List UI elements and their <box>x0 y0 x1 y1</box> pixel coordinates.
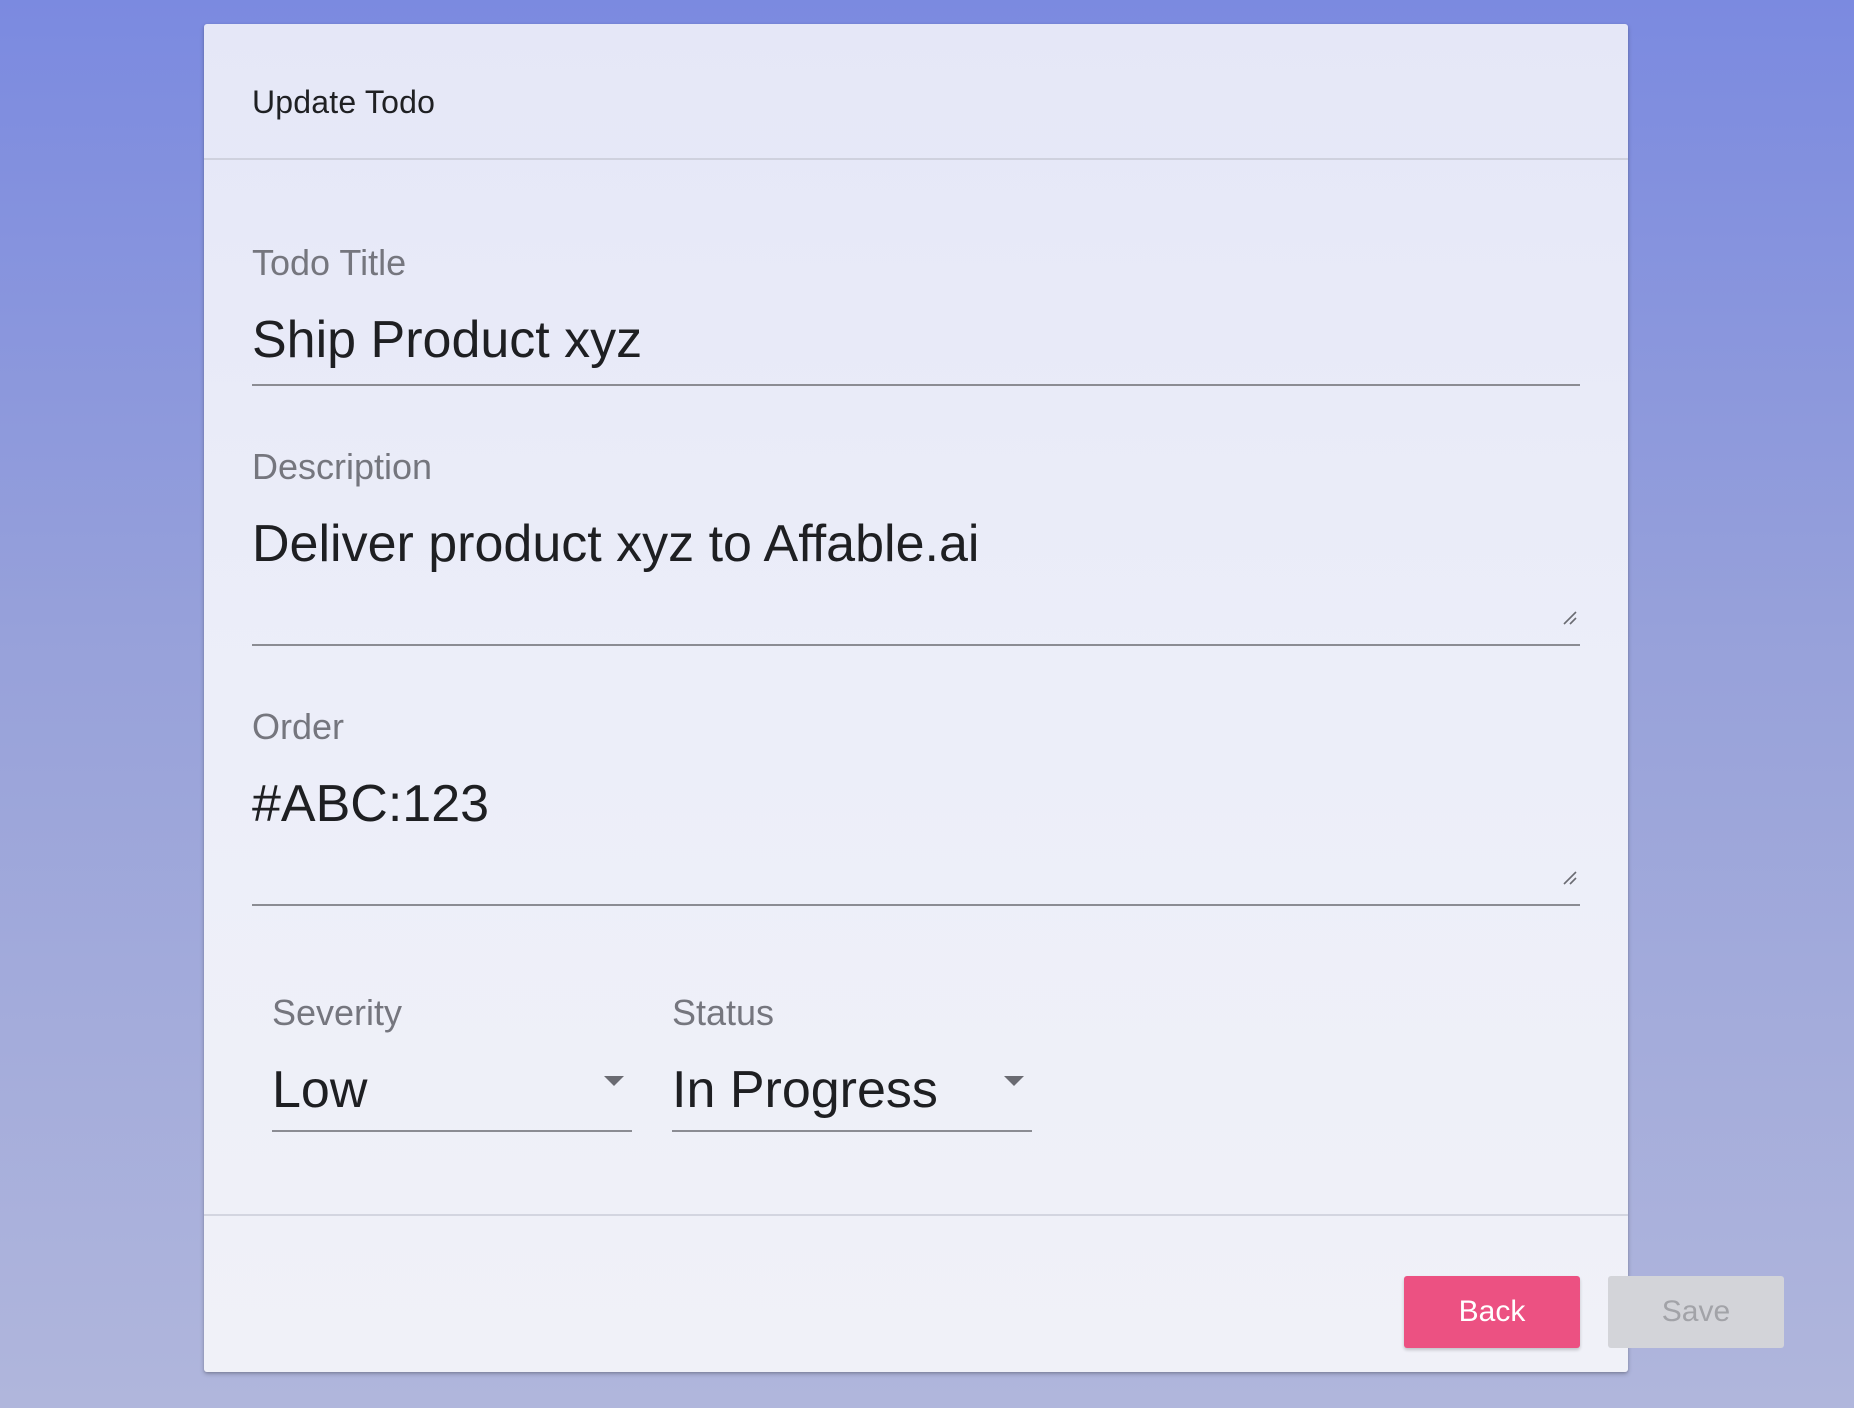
order-field[interactable]: Order #ABC:123 <box>252 684 1580 908</box>
description-field[interactable]: Description Deliver product xyz to Affab… <box>252 424 1580 648</box>
status-value[interactable]: In Progress <box>672 1060 938 1120</box>
todo-title-label: Todo Title <box>252 242 407 283</box>
severity-underline <box>272 1130 632 1132</box>
severity-label: Severity <box>272 992 403 1033</box>
severity-select[interactable]: Severity Low <box>272 970 632 1134</box>
chevron-down-icon[interactable] <box>604 1076 624 1086</box>
card-header: Update Todo <box>204 24 1628 160</box>
save-button[interactable]: Save <box>1608 1276 1784 1348</box>
status-select[interactable]: Status In Progress <box>672 970 1032 1134</box>
todo-title-input[interactable]: Ship Product xyz <box>252 310 642 370</box>
severity-value[interactable]: Low <box>272 1060 367 1120</box>
resize-handle-icon[interactable] <box>1562 870 1578 886</box>
todo-title-underline <box>252 384 1580 386</box>
update-todo-card: Update Todo Todo Title Ship Product xyz … <box>204 24 1784 1372</box>
order-underline <box>252 904 1580 906</box>
order-label: Order <box>252 706 345 747</box>
back-button[interactable]: Back <box>1404 1276 1580 1348</box>
order-textarea[interactable]: #ABC:123 <box>252 774 489 834</box>
status-underline <box>672 1130 1032 1132</box>
card-footer-divider <box>204 1214 1628 1216</box>
description-label: Description <box>252 446 433 487</box>
todo-title-field[interactable]: Todo Title Ship Product xyz <box>252 220 1580 388</box>
description-textarea[interactable]: Deliver product xyz to Affable.ai <box>252 514 979 574</box>
description-underline <box>252 644 1580 646</box>
status-label: Status <box>672 992 775 1033</box>
card-title: Update Todo <box>252 84 436 120</box>
resize-handle-icon[interactable] <box>1562 610 1578 626</box>
chevron-down-icon[interactable] <box>1004 1076 1024 1086</box>
